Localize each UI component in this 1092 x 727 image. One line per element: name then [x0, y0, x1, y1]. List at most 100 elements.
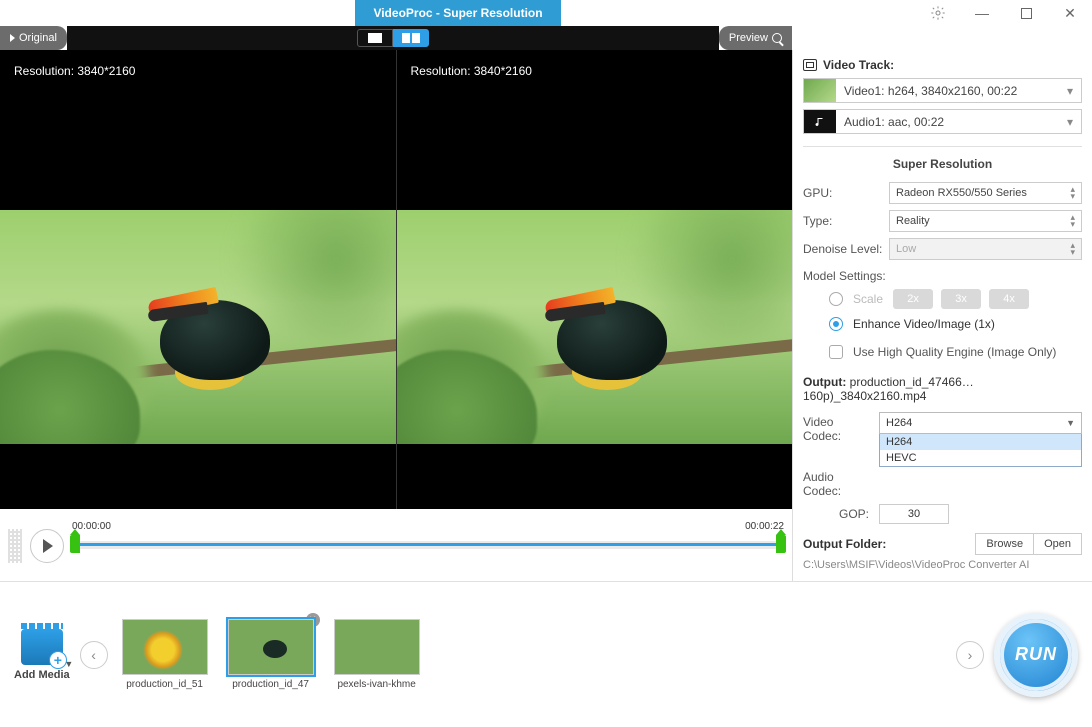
hq-engine-row: Use High Quality Engine (Image Only): [793, 335, 1092, 369]
video-codec-value: H264: [886, 417, 912, 429]
enhance-label: Enhance Video/Image (1x): [853, 317, 995, 331]
audio-thumb-icon: [804, 110, 836, 133]
gop-input[interactable]: 30: [879, 504, 949, 524]
close-icon: ✕: [1064, 5, 1076, 22]
denoise-select[interactable]: Low ▴▾: [889, 238, 1082, 260]
view-single-button[interactable]: [357, 29, 393, 47]
original-tab[interactable]: Original: [0, 26, 67, 50]
thumbnail-caption: pexels-ivan-khme: [330, 679, 424, 690]
output-folder-path: C:\Users\MSIF\Videos\VideoProc Converter…: [793, 557, 1092, 581]
timeline-track[interactable]: 00:00:00 00:00:22 00:00:00 00:00:22: [72, 521, 784, 571]
output-folder-label: Output Folder:: [803, 537, 975, 551]
magnifier-icon: [772, 33, 782, 43]
trim-start-time: 00:00:00: [72, 521, 111, 571]
hq-engine-label: Use High Quality Engine (Image Only): [853, 345, 1056, 359]
media-thumbnails: production_id_51 ✕ production_id_47 pexe…: [118, 619, 424, 690]
updown-icon: ▴▾: [1070, 186, 1075, 200]
video-codec-option-h264[interactable]: H264: [880, 434, 1081, 450]
denoise-label: Denoise Level:: [803, 242, 883, 256]
type-row: Type: Reality ▴▾: [793, 207, 1092, 235]
split-pane-icon: [402, 33, 420, 43]
media-tray: Add Media ▼ ‹ production_id_51 ✕ product…: [0, 581, 1092, 727]
preview-area: Resolution: 3840*2160 Resolution: 3840*2…: [0, 50, 792, 509]
gop-value: 30: [908, 508, 920, 520]
video-codec-label: Video Codec:: [803, 412, 873, 443]
music-note-icon: [814, 116, 826, 128]
add-media-icon: [21, 629, 63, 665]
video-track-icon: [803, 59, 817, 71]
updown-icon: ▴▾: [1070, 214, 1075, 228]
minimize-icon: —: [975, 5, 989, 21]
media-thumb-3[interactable]: pexels-ivan-khme: [330, 619, 424, 690]
media-thumb-1[interactable]: production_id_51: [118, 619, 212, 690]
tray-prev-button[interactable]: ‹: [80, 641, 108, 669]
chevron-down-icon: ▾: [1059, 115, 1081, 129]
tray-next-button[interactable]: ›: [956, 641, 984, 669]
browse-button[interactable]: Browse: [975, 533, 1034, 555]
enhance-radio[interactable]: [829, 317, 843, 331]
video-track-select[interactable]: Video1: h264, 3840x2160, 00:22 ▾: [803, 78, 1082, 103]
run-button[interactable]: RUN: [994, 613, 1078, 697]
gpu-select[interactable]: Radeon RX550/550 Series ▴▾: [889, 182, 1082, 204]
side-panel: Video Track: Video1: h264, 3840x2160, 00…: [792, 50, 1092, 581]
audio-track-select[interactable]: Audio1: aac, 00:22 ▾: [803, 109, 1082, 134]
enhance-option-row: Enhance Video/Image (1x): [793, 313, 1092, 335]
scale-3x-button[interactable]: 3x: [941, 289, 981, 309]
video-thumb-icon: [804, 79, 836, 102]
audio-codec-row: Audio Codec:: [793, 470, 1092, 501]
chevron-down-icon: ▼: [64, 659, 73, 669]
scale-4x-button[interactable]: 4x: [989, 289, 1029, 309]
thumbnail-image: [122, 619, 208, 675]
thumbnail-image: [334, 619, 420, 675]
gpu-label: GPU:: [803, 186, 883, 200]
preview-result-pane[interactable]: Resolution: 3840*2160: [396, 50, 793, 509]
updown-icon: ▴▾: [1070, 242, 1075, 256]
thumbnail-caption: production_id_47: [224, 679, 318, 690]
view-toggle: [357, 29, 429, 47]
type-select[interactable]: Reality ▴▾: [889, 210, 1082, 232]
model-settings-label: Model Settings:: [793, 263, 1092, 285]
minimize-button[interactable]: —: [960, 0, 1004, 26]
add-media-button[interactable]: Add Media ▼: [14, 629, 70, 681]
type-value: Reality: [896, 215, 930, 227]
video-codec-row: Video Codec: H264 ▼ H264 HEVC: [793, 409, 1092, 470]
maximize-icon: [1021, 8, 1032, 19]
output-line: Output: production_id_47466…160p)_3840x2…: [803, 373, 1082, 405]
titlebar: VideoProc - Super Resolution — ✕: [0, 0, 1092, 26]
play-button[interactable]: [30, 529, 64, 563]
result-resolution-label: Resolution: 3840*2160: [411, 64, 532, 78]
output-folder-row: Output Folder: Browse Open: [793, 527, 1092, 557]
preview-topbar: Original Preview: [0, 26, 1092, 50]
video-track-heading: Video Track:: [793, 50, 1092, 78]
scale-2x-button[interactable]: 2x: [893, 289, 933, 309]
chevron-down-icon: ▾: [1059, 84, 1081, 98]
gop-label: GOP:: [803, 507, 873, 521]
thumbnail-image: [228, 619, 314, 675]
single-pane-icon: [368, 33, 382, 43]
play-icon: [10, 34, 15, 42]
video-codec-option-hevc[interactable]: HEVC: [880, 450, 1081, 466]
video-codec-select[interactable]: H264 ▼: [879, 412, 1082, 434]
open-button[interactable]: Open: [1034, 533, 1082, 555]
chevron-left-icon: ‹: [91, 647, 96, 663]
gear-icon: [930, 5, 946, 21]
gpu-row: GPU: Radeon RX550/550 Series ▴▾: [793, 179, 1092, 207]
scale-radio[interactable]: [829, 292, 843, 306]
add-media-label: Add Media: [14, 669, 70, 681]
media-thumb-2[interactable]: ✕ production_id_47: [224, 619, 318, 690]
settings-button[interactable]: [916, 0, 960, 26]
window-title: VideoProc - Super Resolution: [355, 0, 560, 26]
video-track-label: Video Track:: [823, 58, 894, 72]
preview-tab[interactable]: Preview: [719, 26, 792, 50]
scale-label: Scale: [853, 292, 883, 306]
preview-original-pane[interactable]: Resolution: 3840*2160: [0, 50, 396, 509]
view-split-button[interactable]: [393, 29, 429, 47]
hq-engine-checkbox[interactable]: [829, 345, 843, 359]
trim-end-time: 00:00:22: [745, 521, 784, 571]
drag-handle-icon[interactable]: [8, 529, 22, 563]
chevron-right-icon: ›: [968, 647, 973, 663]
close-button[interactable]: ✕: [1048, 0, 1092, 26]
play-icon: [43, 539, 53, 553]
maximize-button[interactable]: [1004, 0, 1048, 26]
video-track-value: Video1: h264, 3840x2160, 00:22: [836, 84, 1059, 98]
